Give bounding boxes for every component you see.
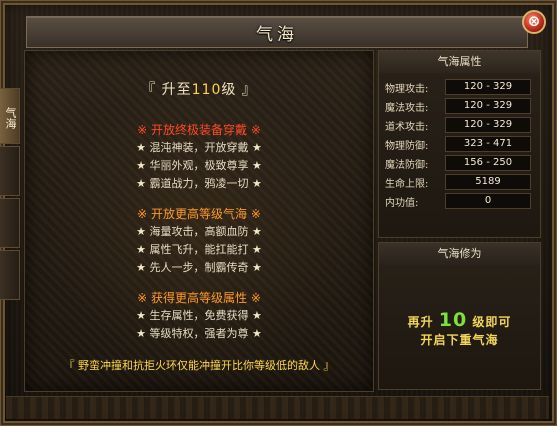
star-icon: ★ [136, 243, 150, 256]
star-icon: ★ [248, 225, 262, 238]
star-icon: ★ [248, 159, 262, 172]
attr-row: 魔法防御: 156 - 250 [379, 153, 540, 172]
level-number: 110 [191, 82, 222, 98]
section-line: ★ 属性飞升，能扛能打 ★ [25, 241, 373, 259]
star-icon: ★ [136, 261, 150, 274]
section-mark-icon: ※ [137, 291, 151, 305]
window-title: 气海 [256, 25, 298, 45]
star-icon: ★ [248, 261, 262, 274]
attr-label: 道术攻击: [385, 122, 429, 133]
line-text: 混沌神装，开放穿戴 [149, 141, 249, 154]
attr-value: 120 - 329 [445, 79, 531, 95]
star-icon: ★ [248, 327, 262, 340]
line-text: 属性飞升，能扛能打 [149, 243, 249, 256]
level-prefix: 『 升至 [141, 82, 192, 98]
section-line: ★ 华丽外观，极致尊享 ★ [25, 157, 373, 175]
line-text: 等级特权，强者为尊 [149, 327, 249, 340]
main-panel: 『 升至110级 』 ※ 开放终极装备穿戴 ※ ★ 混沌神装，开放穿戴 ★ ★ … [24, 50, 374, 392]
line-text: 生存属性，免费获得 [149, 309, 249, 322]
tab-qihai[interactable]: 气海 [0, 88, 20, 144]
star-icon: ★ [136, 141, 150, 154]
star-icon: ★ [136, 159, 150, 172]
attr-row: 道术攻击: 120 - 329 [379, 115, 540, 134]
section-qihai: ※ 开放更高等级气海 ※ ★ 海量攻击，高额血防 ★ ★ 属性飞升，能扛能打 ★… [25, 205, 373, 277]
line-text: 华丽外观，极致尊享 [149, 159, 249, 172]
star-icon: ★ [136, 177, 150, 190]
attr-value: 120 - 329 [445, 98, 531, 114]
section-title: 开放更高等级气海 [150, 207, 247, 221]
attr-value: 5189 [445, 174, 531, 190]
section-mark-icon: ※ [137, 207, 151, 221]
attr-row: 生命上限: 5189 [379, 172, 540, 191]
section-line: ★ 等级特权，强者为尊 ★ [25, 325, 373, 343]
section-mark-icon: ※ [247, 123, 261, 137]
star-icon: ★ [136, 327, 150, 340]
star-icon: ★ [136, 225, 150, 238]
section-line: ★ 霸道战力，鸦凌一切 ★ [25, 175, 373, 193]
tab-3[interactable] [0, 198, 20, 248]
line-text: 霸道战力，鸦凌一切 [149, 177, 249, 190]
star-icon: ★ [248, 177, 262, 190]
cultivation-line-2: 开启下重气海 [420, 333, 499, 347]
line-text: 先人一步，制霸传奇 [149, 261, 249, 274]
bottom-border-decoration [6, 396, 549, 419]
side-tabs: 气海 [0, 88, 22, 302]
attribute-header: 气海属性 [379, 51, 540, 73]
section-mark-icon: ※ [247, 291, 261, 305]
attr-value: 120 - 329 [445, 117, 531, 133]
attr-row: 魔法攻击: 120 - 329 [379, 96, 540, 115]
right-panel: 气海属性 物理攻击: 120 - 329 魔法攻击: 120 - 329 道术攻击:… [378, 50, 541, 390]
section-header: ※ 开放终极装备穿戴 ※ [25, 121, 373, 139]
attr-value: 323 - 471 [445, 136, 531, 152]
attr-label: 生命上限: [385, 179, 429, 190]
star-icon: ★ [248, 243, 262, 256]
section-mark-icon: ※ [247, 207, 261, 221]
attribute-box: 气海属性 物理攻击: 120 - 329 魔法攻击: 120 - 329 道术攻击:… [378, 50, 541, 238]
section-header: ※ 获得更高等级属性 ※ [25, 289, 373, 307]
tab-4[interactable] [0, 250, 20, 300]
attr-label: 物理攻击: [385, 84, 429, 95]
star-icon: ★ [248, 141, 262, 154]
bottom-note: 『 野蛮冲撞和抗拒火环仅能冲撞开比你等级低的敌人 』 [63, 359, 335, 372]
attr-value: 156 - 250 [445, 155, 531, 171]
section-line: ★ 先人一步，制霸传奇 ★ [25, 259, 373, 277]
section-header: ※ 开放更高等级气海 ※ [25, 205, 373, 223]
level-suffix: 级 』 [221, 82, 257, 98]
star-icon: ★ [136, 309, 150, 322]
attr-row: 物理攻击: 120 - 329 [379, 77, 540, 96]
close-button[interactable]: ⊗ [522, 10, 546, 34]
cult-suffix: 级即可 [472, 315, 512, 329]
tab-2[interactable] [0, 146, 20, 196]
attr-row: 内功值: 0 [379, 191, 540, 210]
section-equipment: ※ 开放终极装备穿戴 ※ ★ 混沌神装，开放穿戴 ★ ★ 华丽外观，极致尊享 ★… [25, 121, 373, 193]
level-title: 『 升至110级 』 [25, 79, 373, 99]
cultivation-header: 气海修为 [379, 243, 540, 265]
section-mark-icon: ※ [137, 123, 151, 137]
section-line: ★ 混沌神装，开放穿戴 ★ [25, 139, 373, 157]
section-title: 获得更高等级属性 [150, 291, 247, 305]
title-bar: 气海 [26, 16, 528, 48]
cultivation-line-1: 再升 10 级即可 [379, 309, 540, 331]
cultivation-box: 气海修为 再升 10 级即可 开启下重气海 [378, 242, 541, 390]
section-attributes: ※ 获得更高等级属性 ※ ★ 生存属性，免费获得 ★ ★ 等级特权，强者为尊 ★ [25, 289, 373, 343]
cult-prefix: 再升 [407, 315, 434, 329]
attr-row: 物理防御: 323 - 471 [379, 134, 540, 153]
star-icon: ★ [248, 309, 262, 322]
line-text: 海量攻击，高额血防 [149, 225, 249, 238]
attr-label: 内功值: [385, 198, 419, 209]
attr-label: 魔法防御: [385, 160, 429, 171]
attr-label: 魔法攻击: [385, 103, 429, 114]
cult-number: 10 [438, 309, 468, 331]
section-line: ★ 生存属性，免费获得 ★ [25, 307, 373, 325]
attr-label: 物理防御: [385, 141, 429, 152]
section-title: 开放终极装备穿戴 [150, 123, 247, 137]
attr-value: 0 [445, 193, 531, 209]
section-line: ★ 海量攻击，高额血防 ★ [25, 223, 373, 241]
